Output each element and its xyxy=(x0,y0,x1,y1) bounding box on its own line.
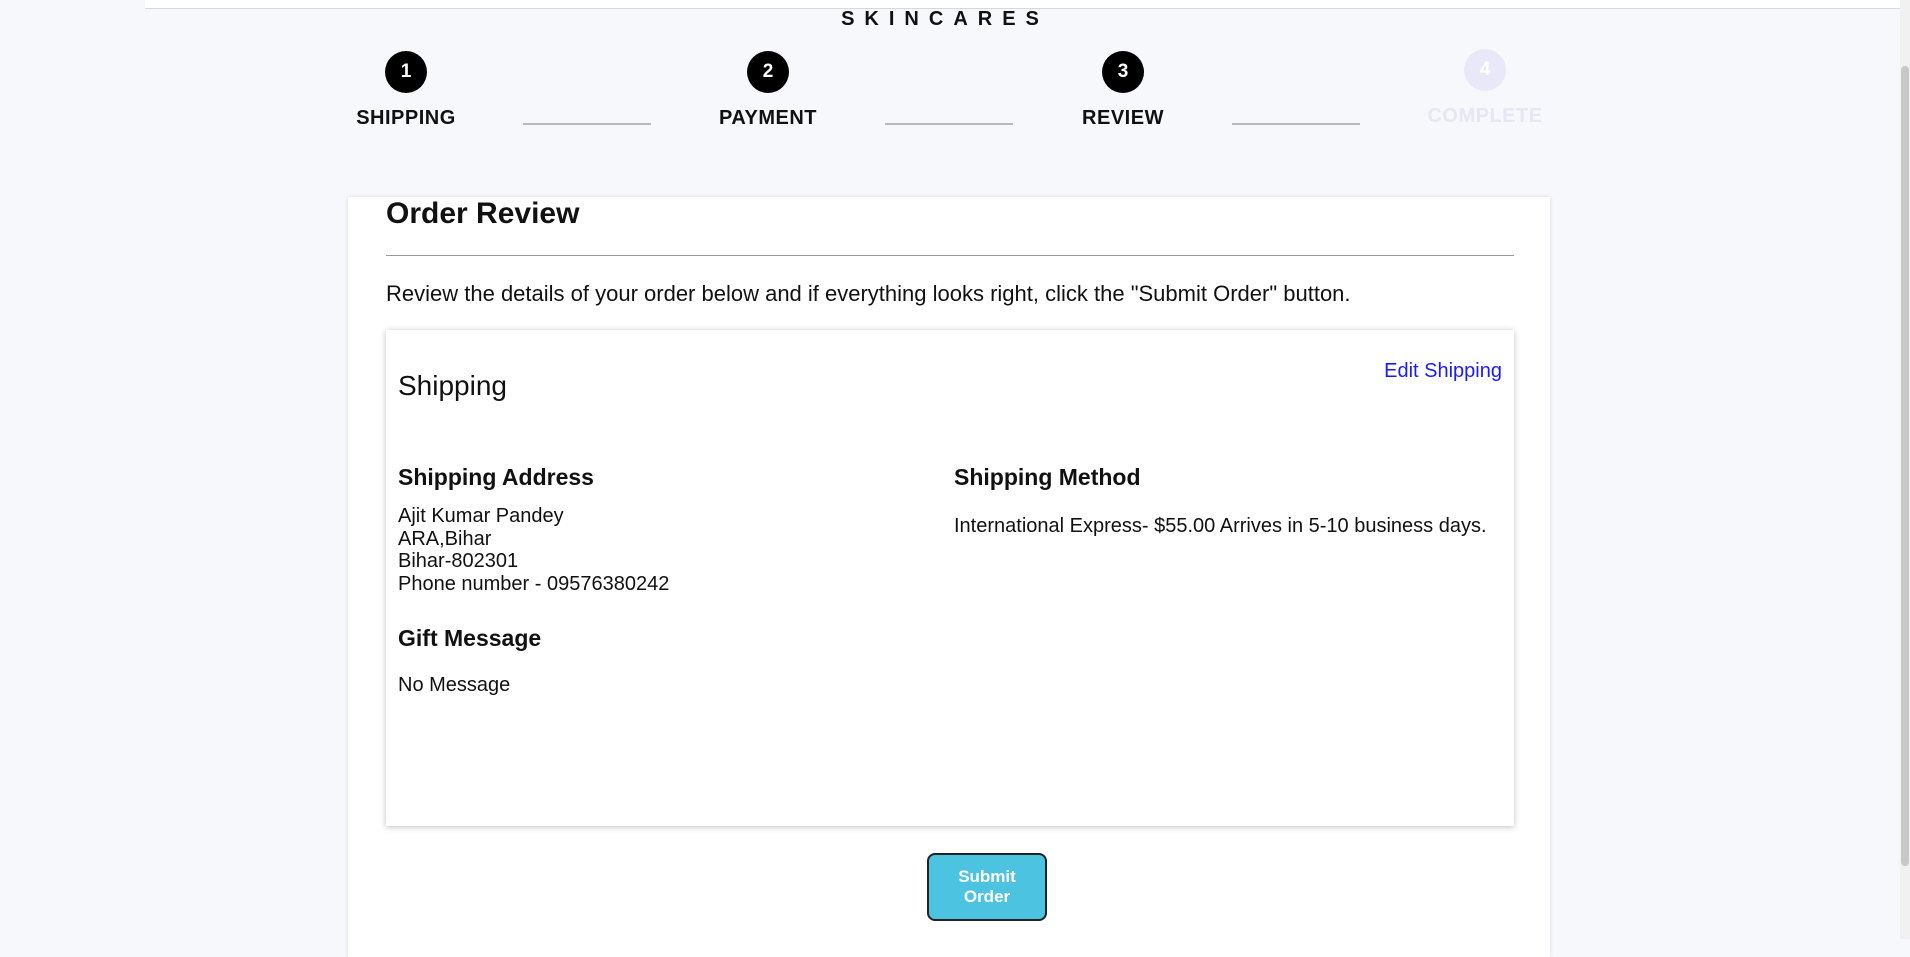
edit-shipping-link[interactable]: Edit Shipping xyxy=(1384,360,1502,383)
step-number: 3 xyxy=(1102,51,1144,93)
address-city: ARA,Bihar xyxy=(398,527,492,550)
order-review-card: Order Review Review the details of your … xyxy=(348,197,1550,957)
step-number: 1 xyxy=(385,51,427,93)
gift-message-block: Gift Message No Message xyxy=(398,625,938,697)
address-phone: Phone number - 09576380242 xyxy=(398,572,670,595)
shipping-address-heading: Shipping Address xyxy=(398,464,594,490)
step-review: 3 REVIEW xyxy=(1048,51,1198,130)
step-number: 2 xyxy=(747,51,789,93)
shipping-method-text: International Express- $55.00 Arrives in… xyxy=(954,515,1487,537)
page-title: Order Review xyxy=(386,197,580,230)
submit-order-button[interactable]: Submit Order xyxy=(927,853,1047,921)
step-number: 4 xyxy=(1464,49,1506,91)
step-label: REVIEW xyxy=(1082,107,1164,129)
shipping-address-column: Shipping Address Ajit Kumar Pandey ARA,B… xyxy=(398,464,938,697)
review-instructions: Review the details of your order below a… xyxy=(386,281,1351,306)
shipping-heading: Shipping xyxy=(398,370,507,401)
gift-message-text: No Message xyxy=(398,674,511,696)
step-payment: 2 PAYMENT xyxy=(693,51,843,130)
step-shipping: 1 SHIPPING xyxy=(331,51,481,130)
scrollbar-thumb[interactable] xyxy=(1901,66,1909,866)
shipping-section: Shipping Edit Shipping Shipping Address … xyxy=(386,330,1514,826)
address-name: Ajit Kumar Pandey xyxy=(398,505,564,527)
step-connector xyxy=(523,123,651,125)
step-label: COMPLETE xyxy=(1427,105,1543,127)
step-connector xyxy=(885,123,1013,125)
step-connector xyxy=(1232,123,1360,125)
gift-message-heading: Gift Message xyxy=(398,625,542,651)
scrollbar[interactable] xyxy=(1900,0,1910,939)
shipping-method-column: Shipping Method International Express- $… xyxy=(954,464,1504,538)
title-divider xyxy=(386,255,1514,256)
step-complete: 4 COMPLETE xyxy=(1410,49,1560,128)
step-label: SHIPPING xyxy=(356,107,456,129)
shipping-method-heading: Shipping Method xyxy=(954,464,1141,490)
brand-logo: SKINCARES xyxy=(841,8,1049,30)
address-postal: Bihar-802301 xyxy=(398,550,519,572)
step-label: PAYMENT xyxy=(719,107,817,129)
